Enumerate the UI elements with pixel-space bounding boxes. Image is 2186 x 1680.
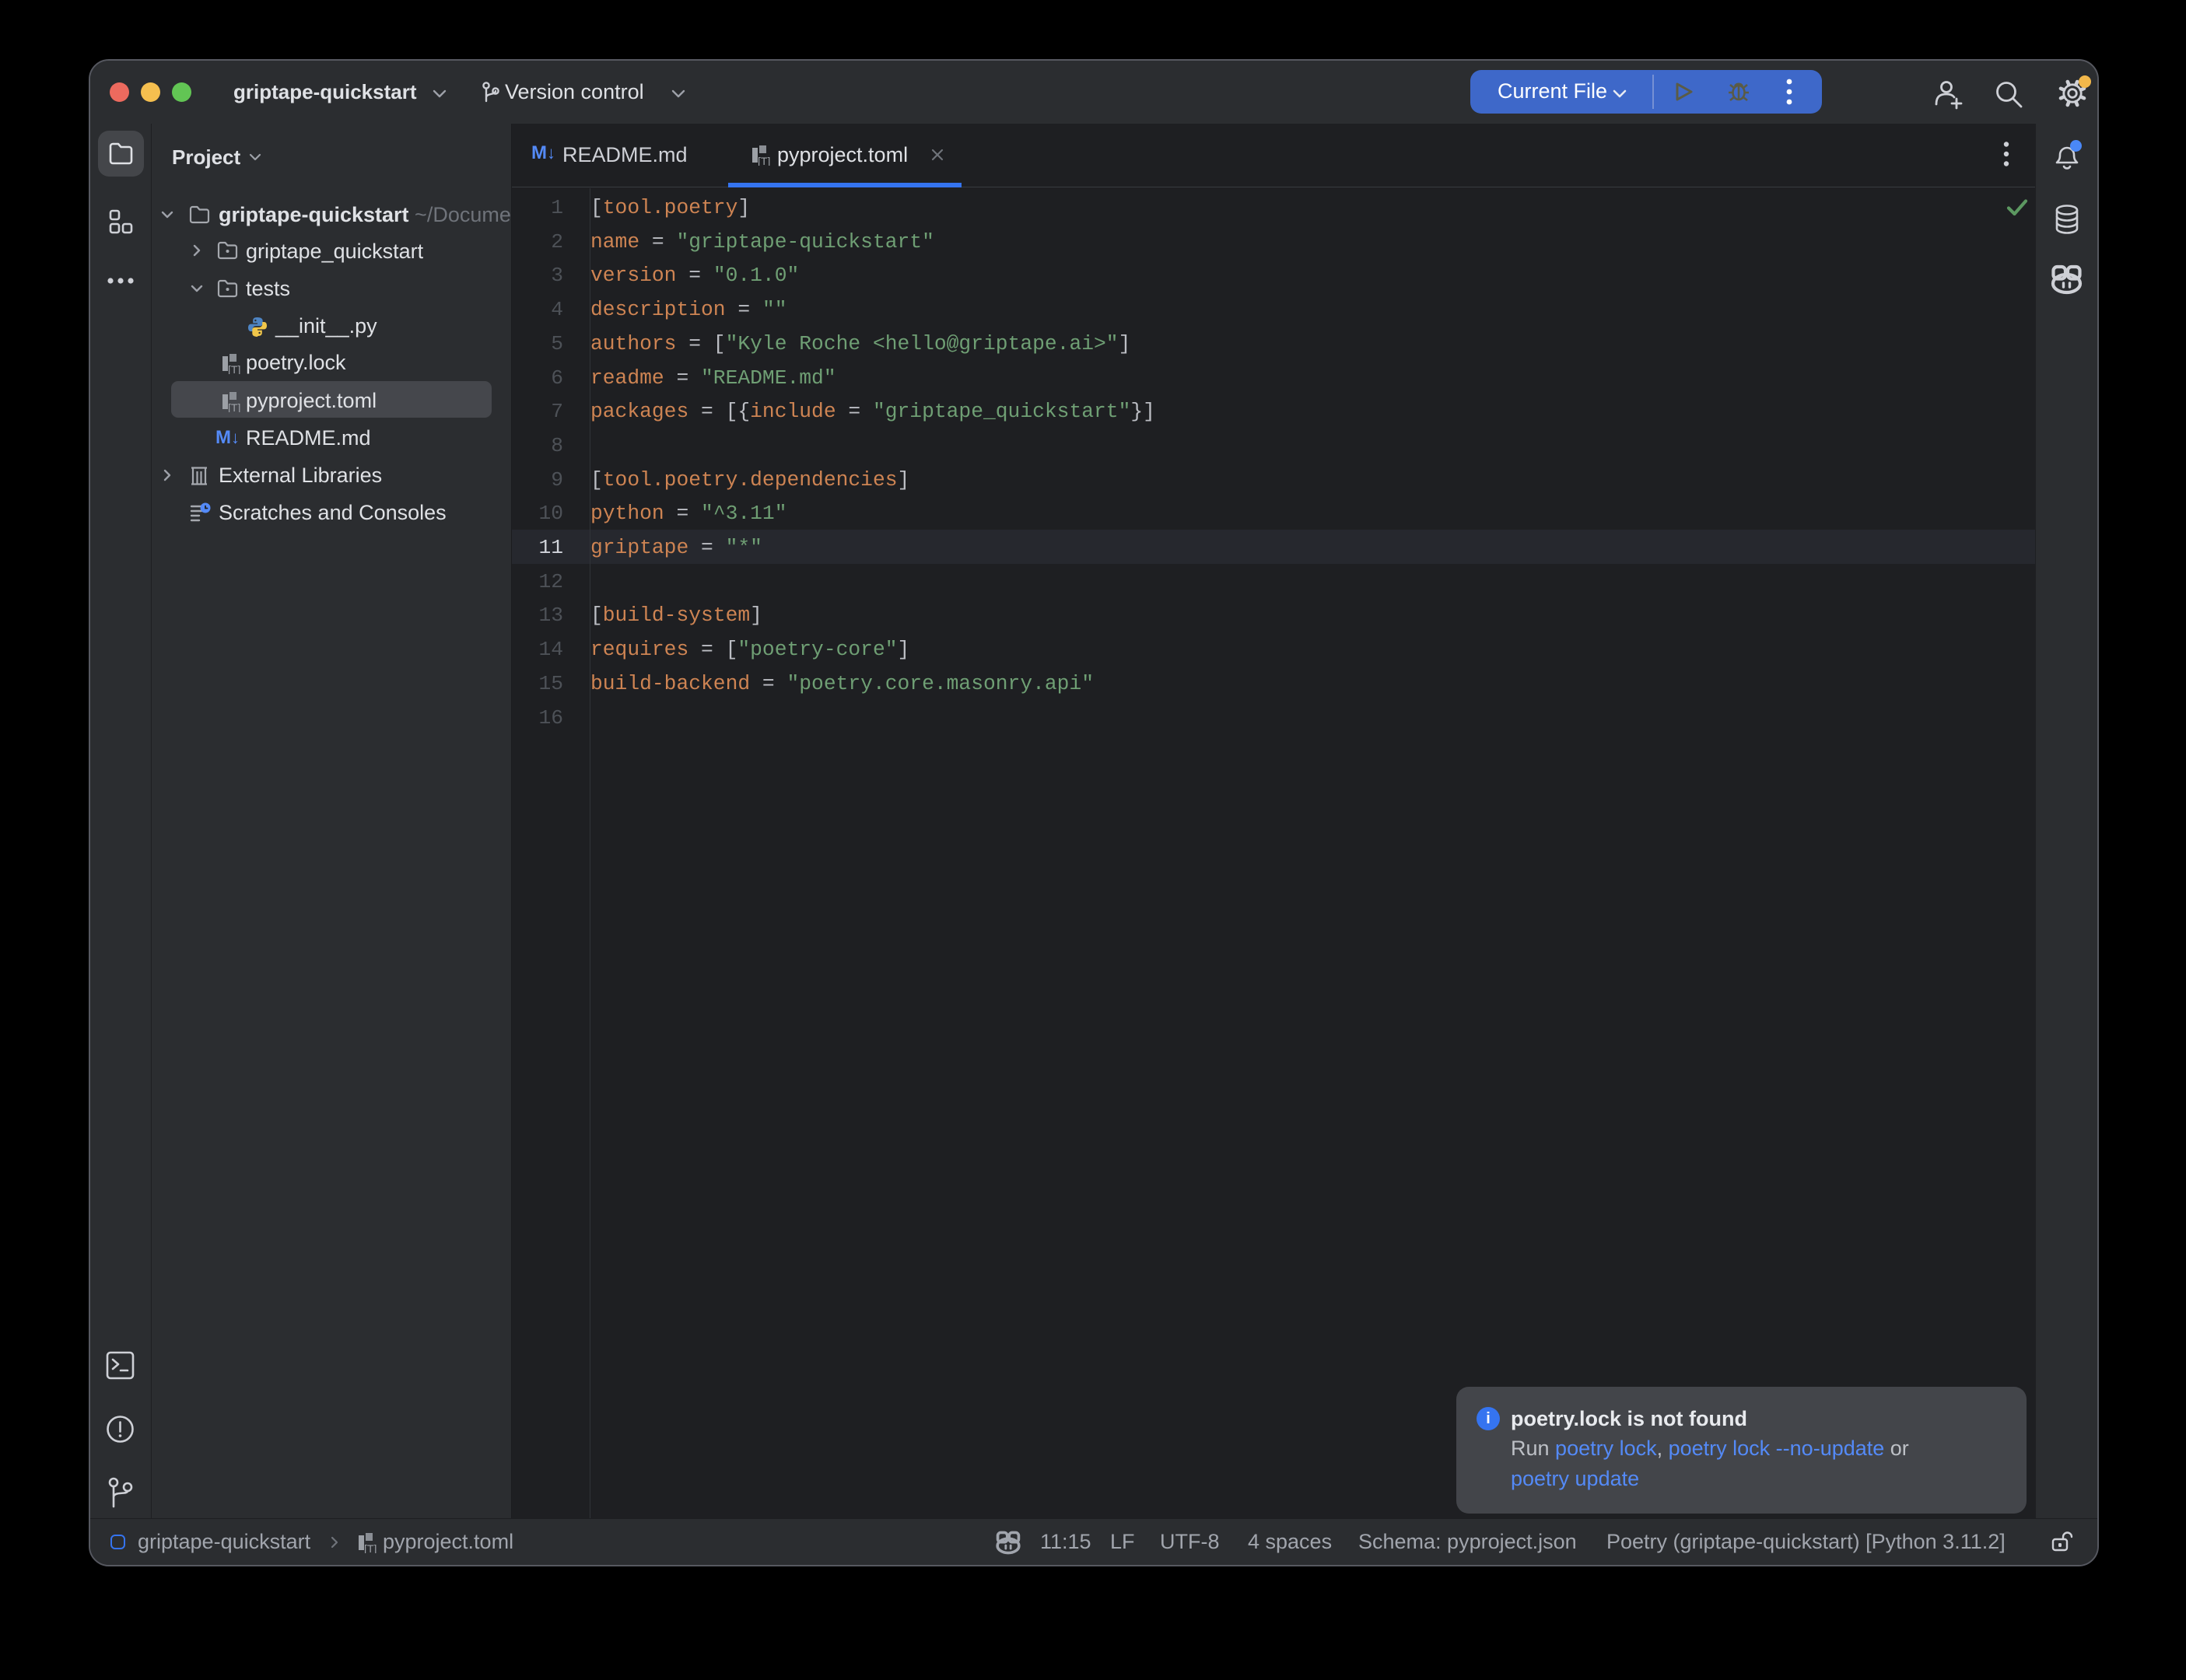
svg-text:[T]: [T]: [364, 1542, 377, 1553]
svg-text:[T]: [T]: [228, 363, 240, 374]
svg-text:[T]: [T]: [228, 401, 240, 412]
